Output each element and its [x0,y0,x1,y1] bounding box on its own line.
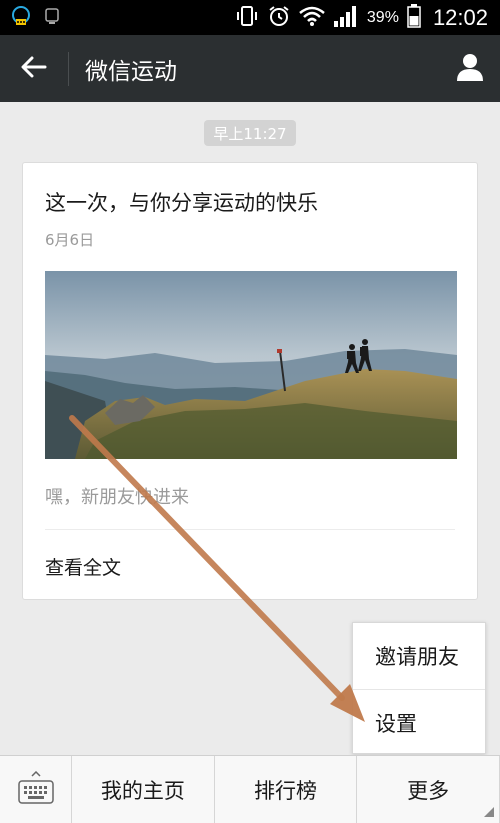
card-date: 6月6日 [45,231,95,249]
header-divider [68,51,69,86]
more-popup-menu: 邀请朋友 设置 [352,622,486,754]
app-header: 微信运动 [0,35,500,102]
tab-my-homepage[interactable]: 我的主页 [72,756,215,823]
bottom-menu-bar: 我的主页 排行榜 更多 [0,755,500,823]
keyboard-icon [17,770,54,809]
wifi-icon [299,5,325,31]
alarm-icon [267,4,291,32]
sync-icon [44,7,60,29]
submenu-indicator-icon [484,807,494,817]
vibrate-icon [235,4,259,32]
page-title: 微信运动 [85,58,177,85]
back-arrow-icon [21,56,47,82]
profile-button[interactable] [440,35,500,102]
card-title: 这一次，与你分享运动的快乐 [45,191,318,215]
back-button[interactable] [0,35,68,102]
card-description: 嘿，新朋友快进来 [45,487,189,508]
keyboard-toggle-button[interactable] [0,756,72,823]
wechat-notification-icon [10,5,32,31]
clock: 12:02 [432,4,488,30]
battery-percent: 39% [366,8,399,26]
tab-more[interactable]: 更多 [357,756,500,823]
article-card[interactable]: 这一次，与你分享运动的快乐 6月6日 嘿，新朋友快进来 查看全文 [22,162,478,600]
card-divider [45,529,455,530]
tab-leaderboard[interactable]: 排行榜 [215,756,358,823]
person-icon [455,52,485,86]
card-cover-image [45,271,457,459]
battery-icon [407,3,421,32]
read-full-article-link[interactable]: 查看全文 [45,553,121,580]
signal-icon [333,5,359,31]
menu-item-settings[interactable]: 设置 [353,690,485,756]
message-timestamp: 早上11:27 [204,120,296,146]
menu-item-invite-friends[interactable]: 邀请朋友 [353,623,485,689]
status-bar: 39% 12:02 [0,0,500,35]
